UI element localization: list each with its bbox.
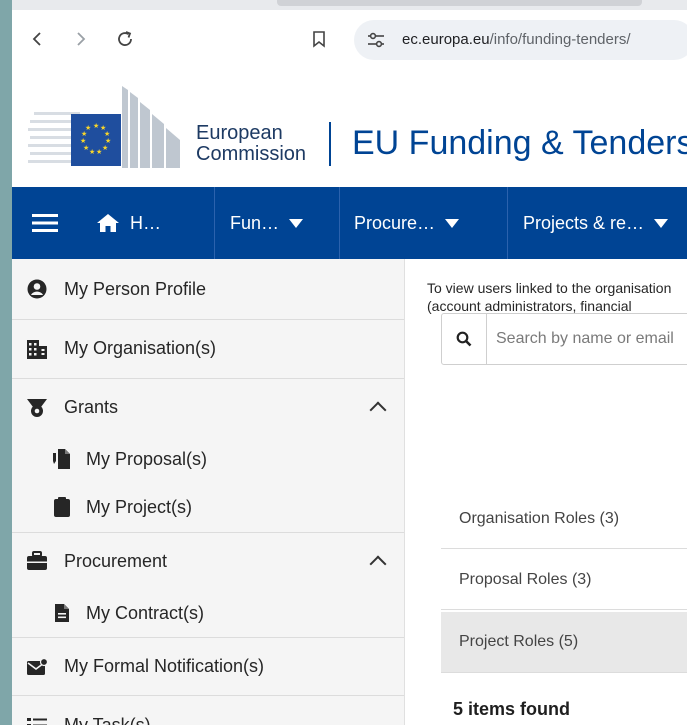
- proposal-icon: [52, 448, 72, 470]
- reload-icon[interactable]: [112, 26, 138, 52]
- org-line2: Commission: [196, 143, 307, 165]
- main-navigation: H… Fun… Procure… Projects & re…: [12, 187, 687, 259]
- svg-text:★: ★: [96, 148, 102, 156]
- address-bar[interactable]: ec.europa.eu/info/funding-tenders/: [354, 20, 687, 60]
- sidebar-item-tasks[interactable]: My Task(s): [12, 696, 404, 725]
- sidebar-item-label: Procurement: [64, 550, 168, 571]
- svg-text:★: ★: [89, 148, 95, 156]
- site-title[interactable]: EU Funding & Tenders Portal: [352, 124, 687, 163]
- main-content: To view users linked to the organisation…: [405, 259, 687, 725]
- org-line1: European: [196, 122, 283, 144]
- sidebar-item-procurement[interactable]: Procurement: [12, 533, 404, 589]
- tab-strip: [12, 0, 687, 10]
- sidebar-item-label: My Person Profile: [64, 278, 207, 299]
- sidebar-item-label: My Formal Notification(s): [64, 656, 265, 676]
- chevron-up-icon[interactable]: [369, 401, 387, 419]
- url-path: /info/funding-tenders/: [489, 31, 631, 48]
- svg-text:★: ★: [93, 122, 99, 130]
- nav-separator: [339, 187, 340, 259]
- url-text[interactable]: ec.europa.eu/info/funding-tenders/: [402, 31, 631, 48]
- hamburger-icon: [32, 214, 58, 232]
- search-input[interactable]: [494, 326, 687, 352]
- building-icon: [26, 338, 48, 360]
- tab-proposal-roles[interactable]: Proposal Roles (3): [441, 550, 687, 610]
- header-divider: [329, 122, 331, 166]
- user-search: [441, 313, 687, 365]
- back-icon[interactable]: [24, 26, 50, 52]
- intro-text: To view users linked to the organisation…: [427, 279, 671, 315]
- european-commission-logo[interactable]: ★ ★ ★ ★ ★ ★ ★ ★ ★ ★ ★: [26, 84, 192, 173]
- sidebar-item-label: Grants: [64, 396, 119, 417]
- caret-down-icon: [445, 218, 460, 228]
- sidebar: My Person Profile My Organisation(s) Gra…: [12, 259, 405, 725]
- site-header: ★ ★ ★ ★ ★ ★ ★ ★ ★ ★ ★ European Commission EU Fu…: [12, 68, 687, 187]
- svg-text:★: ★: [85, 124, 91, 132]
- nav-item-funding[interactable]: Fun…: [230, 187, 304, 259]
- bookmark-icon[interactable]: [306, 26, 332, 52]
- chevron-up-icon[interactable]: [369, 555, 387, 573]
- results-count: 5 items found: [453, 699, 571, 719]
- user-circle-icon: [26, 278, 48, 300]
- sidebar-item-person-profile[interactable]: My Person Profile: [12, 259, 404, 320]
- tab-label: Project Roles (5): [459, 633, 579, 650]
- svg-text:★: ★: [102, 144, 108, 152]
- tab-organisation-roles[interactable]: Organisation Roles (3): [441, 489, 687, 549]
- nav-item-home[interactable]: H…: [96, 187, 161, 259]
- task-list-icon: [26, 714, 48, 725]
- tab-project-roles[interactable]: Project Roles (5): [441, 612, 687, 673]
- svg-text:★: ★: [80, 137, 86, 145]
- forward-icon[interactable]: [68, 26, 94, 52]
- nav-item-procurement[interactable]: Procure…: [354, 187, 460, 259]
- sidebar-item-label: My Contract(s): [86, 602, 205, 623]
- intro-line: To view users linked to the organisation: [427, 280, 672, 296]
- envelope-icon: [26, 656, 48, 678]
- grants-icon: [26, 396, 48, 418]
- nav-home-label: H…: [130, 212, 161, 233]
- tab-label: Organisation Roles (3): [459, 509, 620, 527]
- tab-label: Proposal Roles (3): [459, 570, 592, 588]
- sidebar-item-proposals[interactable]: My Proposal(s): [12, 436, 404, 482]
- caret-down-icon: [289, 218, 304, 228]
- url-domain: ec.europa.eu: [402, 31, 490, 48]
- sidebar-item-label: My Task(s): [64, 714, 151, 725]
- home-icon: [97, 214, 119, 232]
- caret-down-icon: [654, 218, 669, 228]
- clipboard-icon: [52, 496, 72, 518]
- nav-procurement-label: Procure…: [354, 212, 436, 233]
- sidebar-item-label: My Organisation(s): [64, 338, 217, 358]
- search-button[interactable]: [442, 314, 487, 364]
- nav-separator: [214, 187, 215, 259]
- sidebar-item-organisations[interactable]: My Organisation(s): [12, 319, 404, 379]
- sidebar-item-formal-notifications[interactable]: My Formal Notification(s): [12, 638, 404, 696]
- nav-separator: [507, 187, 508, 259]
- sidebar-item-label: My Project(s): [86, 496, 193, 517]
- sidebar-item-grants[interactable]: Grants: [12, 378, 404, 436]
- file-icon: [52, 602, 72, 624]
- nav-projects-label: Projects & re…: [523, 212, 645, 233]
- browser-toolbar: ec.europa.eu/info/funding-tenders/: [12, 10, 687, 69]
- sidebar-item-contracts[interactable]: My Contract(s): [12, 589, 404, 638]
- nav-funding-label: Fun…: [230, 212, 280, 233]
- nav-item-projects-results[interactable]: Projects & re…: [523, 187, 669, 259]
- sidebar-item-projects[interactable]: My Project(s): [12, 482, 404, 533]
- search-icon: [456, 331, 472, 347]
- sidebar-item-label: My Proposal(s): [86, 448, 208, 469]
- svg-text:★: ★: [83, 144, 89, 152]
- site-settings-icon[interactable]: [366, 31, 386, 54]
- briefcase-icon: [26, 550, 48, 572]
- organisation-name: European Commission: [196, 123, 306, 165]
- browser-tab[interactable]: [277, 0, 642, 6]
- browser-window: ec.europa.eu/info/funding-tenders/ ★ ★ ★…: [12, 0, 687, 725]
- menu-button[interactable]: [32, 187, 58, 259]
